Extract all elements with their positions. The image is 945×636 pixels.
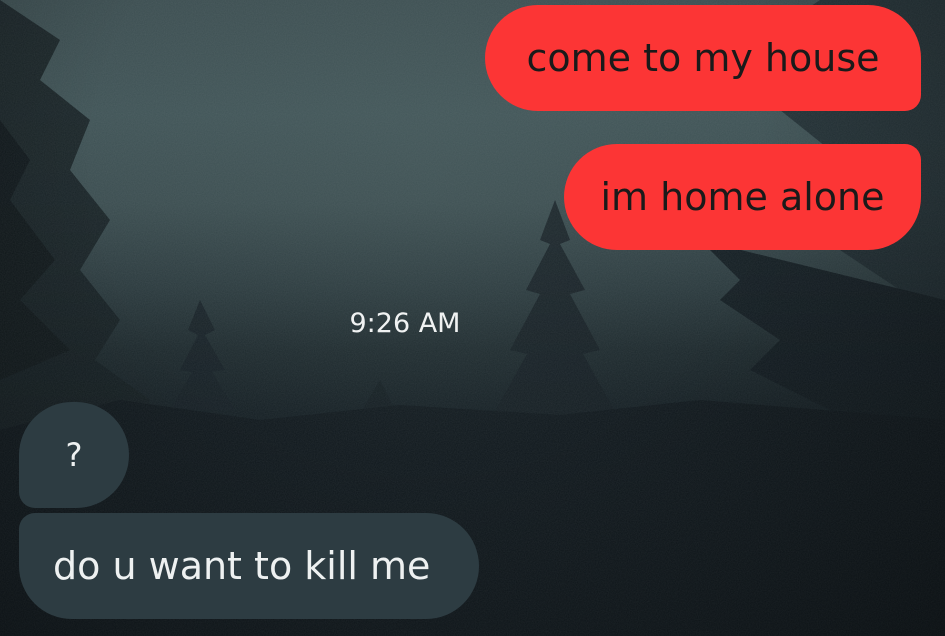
message-timestamp: 9:26 AM — [349, 308, 461, 339]
message-text: ? — [65, 436, 83, 474]
received-message-bubble[interactable]: ? — [19, 402, 129, 508]
sent-message-bubble[interactable]: come to my house — [485, 5, 921, 111]
received-message-bubble[interactable]: do u want to kill me — [19, 513, 479, 619]
message-text: come to my house — [526, 36, 880, 80]
message-text: im home alone — [600, 175, 885, 219]
sent-message-bubble[interactable]: im home alone — [564, 144, 921, 250]
message-text: do u want to kill me — [53, 544, 431, 588]
